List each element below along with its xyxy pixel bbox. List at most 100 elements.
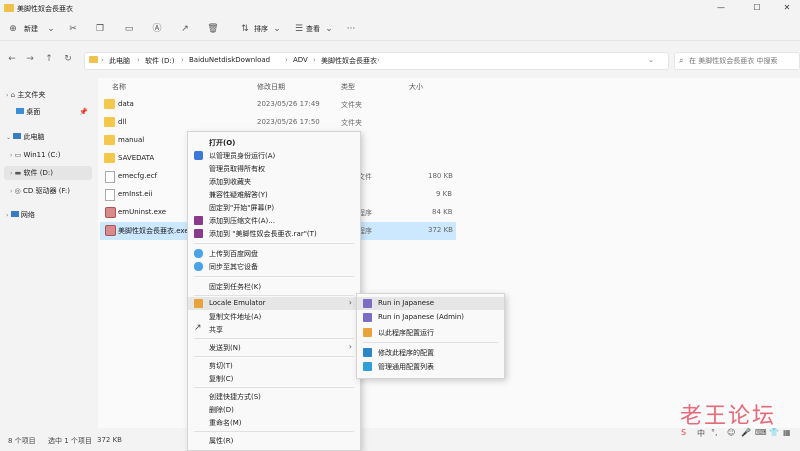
menu-item-pin-to-taskbar[interactable]: 固定到任务栏(K): [188, 280, 360, 293]
menu-item-add-to-rar[interactable]: 添加到 "美脚性奴会長亜衣.rar"(T): [188, 227, 360, 240]
menu-item-open[interactable]: 打开(O): [188, 136, 360, 149]
menu-item-cut[interactable]: 剪切(T): [188, 359, 360, 372]
menu-item-share[interactable]: ↗ 共享: [188, 323, 360, 336]
maximize-button[interactable]: ☐: [746, 1, 768, 15]
menu-item-sync-devices[interactable]: 同步至其它设备: [188, 260, 360, 273]
menu-item-create-shortcut[interactable]: 创建快捷方式(S): [188, 390, 360, 403]
keyboard-icon[interactable]: ⌨: [755, 428, 767, 437]
refresh-icon[interactable]: ↻: [62, 53, 74, 65]
tools-icon[interactable]: ▦: [783, 428, 791, 437]
emoji-icon[interactable]: ☺: [727, 428, 735, 437]
more-icon[interactable]: ···: [344, 22, 358, 36]
menu-item-rename[interactable]: 重命名(M): [188, 416, 360, 429]
sort-button[interactable]: 排序: [254, 22, 268, 36]
voice-icon[interactable]: 🎤: [741, 428, 751, 437]
search-input[interactable]: 在 美脚性奴会長亜衣 中搜索: [689, 56, 777, 66]
breadcrumb-baidunetdiskdownload[interactable]: BaiduNetdiskDownload: [189, 56, 270, 64]
sidebar-item-desktop[interactable]: 桌面 📌: [16, 105, 92, 119]
chevron-right-icon[interactable]: ›: [6, 92, 8, 99]
breadcrumb-current-folder[interactable]: 美脚性奴会長亜衣: [321, 56, 377, 66]
minimize-button[interactable]: —: [710, 1, 732, 15]
column-header-name[interactable]: 名称: [112, 82, 126, 92]
sidebar-item-drive-d[interactable]: › ▬ 软件 (D:): [4, 166, 92, 180]
copy-icon[interactable]: ❐: [93, 22, 107, 36]
cut-icon[interactable]: ✂: [66, 22, 80, 36]
chevron-down-icon[interactable]: ⌄: [44, 22, 58, 36]
sidebar-item-network[interactable]: › 网络: [6, 208, 92, 222]
locale-emulator-icon: [363, 313, 372, 322]
column-header-type[interactable]: 类型: [341, 82, 355, 92]
menu-item-copy[interactable]: 复制(C): [188, 372, 360, 385]
menu-separator: [194, 338, 354, 339]
chevron-right-icon[interactable]: ›: [10, 170, 12, 177]
skin-icon[interactable]: 👕: [769, 428, 779, 437]
title-bar: 美脚性奴会長亜衣 — ☐ ✕: [0, 0, 800, 18]
sidebar-item-cd-drive-f[interactable]: › ◎ CD 驱动器 (F:): [10, 184, 92, 198]
up-icon[interactable]: ↑: [43, 53, 55, 65]
punctuation-icon[interactable]: °,: [711, 428, 718, 437]
sidebar-item-this-pc[interactable]: ⌄ 此电脑: [6, 130, 92, 144]
cloud-icon: [194, 249, 203, 258]
locale-emulator-icon: [363, 362, 372, 371]
folder-icon: [104, 153, 115, 163]
menu-item-run-in-japanese[interactable]: Run in Japanese: [357, 297, 504, 310]
menu-item-pin-to-start[interactable]: 固定到"开始"屏幕(P): [188, 201, 360, 214]
menu-separator: [194, 276, 354, 277]
folder-icon: [104, 117, 115, 127]
forward-icon[interactable]: →: [24, 53, 36, 65]
chinese-mode-icon[interactable]: 中: [697, 428, 705, 439]
chevron-down-icon[interactable]: ⌄: [6, 134, 11, 141]
search-box[interactable]: ⌕ 在 美脚性奴会長亜衣 中搜索: [674, 52, 800, 70]
list-item[interactable]: dll 2023/05/26 17:50 文件夹: [100, 114, 456, 132]
locale-emulator-submenu: Run in Japanese Run in Japanese (Admin) …: [356, 293, 505, 379]
menu-item-run-as-admin[interactable]: 以管理员身份运行(A): [188, 149, 360, 162]
breadcrumb-drive-d[interactable]: 软件 (D:): [145, 56, 174, 66]
menu-separator: [194, 356, 354, 357]
address-bar[interactable]: › 此电脑 › 软件 (D:) › BaiduNetdiskDownload ›…: [84, 52, 669, 70]
chevron-down-icon[interactable]: ⌄: [322, 22, 336, 36]
menu-item-add-to-favorites[interactable]: 添加到收藏夹: [188, 175, 360, 188]
pin-icon[interactable]: 📌: [79, 105, 88, 119]
column-header-modified[interactable]: 修改日期: [257, 82, 285, 92]
menu-item-modify-app-profile[interactable]: 修改此程序的配置: [357, 346, 504, 359]
chevron-right-icon[interactable]: ›: [10, 152, 12, 159]
menu-item-delete[interactable]: 删除(D): [188, 403, 360, 416]
file-icon: [105, 171, 115, 183]
view-icon: ☰: [294, 24, 304, 34]
breadcrumb-adv[interactable]: ADV: [293, 56, 308, 64]
paste-icon[interactable]: ▭: [122, 22, 136, 36]
list-item[interactable]: data 2023/05/26 17:49 文件夹: [100, 96, 456, 114]
column-header-size[interactable]: 大小: [409, 82, 423, 92]
menu-item-run-in-japanese-admin[interactable]: Run in Japanese (Admin): [357, 311, 504, 324]
chevron-right-icon[interactable]: ›: [6, 212, 8, 219]
item-count: 8 个项目: [8, 437, 36, 445]
share-icon[interactable]: ↗: [178, 22, 192, 36]
menu-item-copy-path[interactable]: 复制文件地址(A): [188, 310, 360, 323]
menu-item-manage-global-profiles[interactable]: 管理通用配置列表: [357, 360, 504, 373]
network-icon: [10, 211, 19, 217]
delete-icon[interactable]: 🗑: [206, 22, 220, 36]
view-button[interactable]: 查看: [306, 22, 320, 36]
ime-logo-icon: S: [681, 428, 687, 437]
rename-icon[interactable]: Ⓐ: [150, 22, 164, 36]
sidebar-item-win11-c[interactable]: › ▭ Win11 (C:): [10, 148, 92, 162]
menu-item-locale-emulator[interactable]: Locale Emulator ›: [188, 297, 360, 310]
menu-item-upload-baidu[interactable]: 上传到百度网盘: [188, 247, 360, 260]
menu-item-take-ownership[interactable]: 管理员取得所有权: [188, 162, 360, 175]
close-button[interactable]: ✕: [776, 1, 798, 15]
folder-icon: [104, 99, 115, 109]
menu-item-send-to[interactable]: 发送到(N) ›: [188, 341, 360, 354]
chevron-down-icon[interactable]: ⌄: [648, 56, 654, 64]
sidebar-item-home[interactable]: › ⌂ 主文件夹: [6, 88, 92, 102]
back-icon[interactable]: ←: [6, 53, 18, 65]
menu-item-troubleshoot-compat[interactable]: 兼容性疑难解答(Y): [188, 188, 360, 201]
breadcrumb-this-pc[interactable]: 此电脑: [109, 56, 130, 66]
chevron-down-icon[interactable]: ⌄: [270, 22, 284, 36]
locale-emulator-icon: [363, 299, 372, 308]
new-button[interactable]: 新建: [24, 22, 38, 36]
menu-item-add-to-archive[interactable]: 添加到压缩文件(A)...: [188, 214, 360, 227]
chevron-right-icon[interactable]: ›: [10, 188, 12, 195]
menu-item-run-with-app-profile[interactable]: 以此程序配置运行: [357, 326, 504, 339]
ime-toolbar: S 中 °, ☺ 🎤 ⌨ 👕 ▦: [681, 428, 799, 442]
app-icon: [105, 225, 116, 236]
